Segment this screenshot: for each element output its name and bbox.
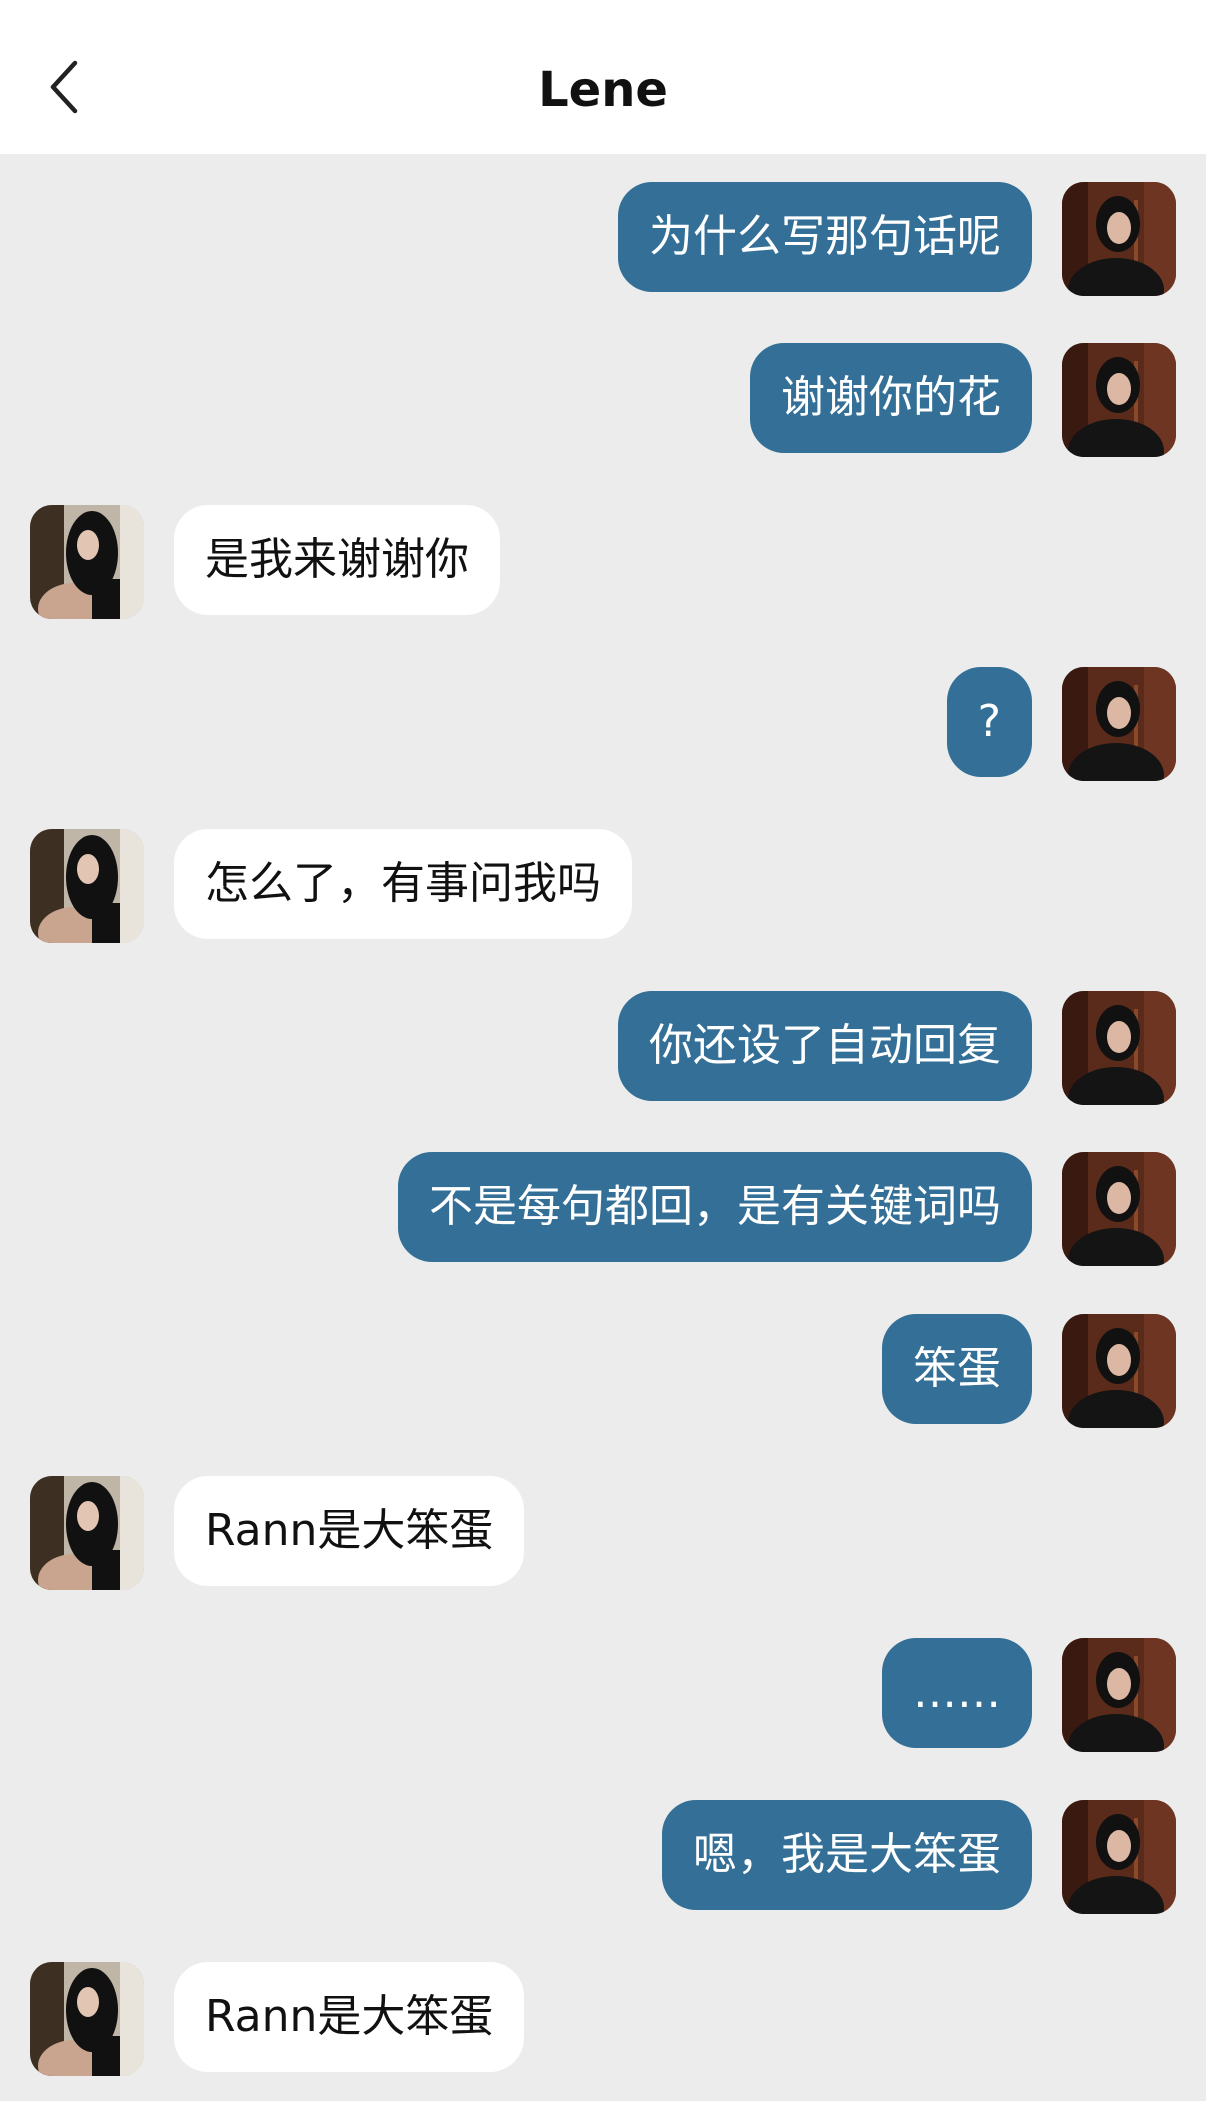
- message-bubble-outgoing[interactable]: ?: [946, 667, 1032, 777]
- message-bubble-incoming[interactable]: Rann是大笨蛋: [174, 1476, 525, 1586]
- my-avatar[interactable]: [1062, 182, 1176, 296]
- message-bubble-incoming[interactable]: 是我来谢谢你: [174, 505, 500, 615]
- my-avatar[interactable]: [1062, 1152, 1176, 1266]
- message-row: 不是每句都回，是有关键词吗: [0, 1152, 1206, 1266]
- contact-avatar[interactable]: [30, 505, 144, 619]
- message-row: 嗯，我是大笨蛋: [0, 1800, 1206, 1914]
- my-avatar[interactable]: [1062, 1638, 1176, 1752]
- message-bubble-outgoing[interactable]: 你还设了自动回复: [618, 991, 1032, 1101]
- message-row: 怎么了，有事问我吗: [0, 829, 1206, 943]
- message-bubble-incoming[interactable]: Rann是大笨蛋: [174, 1962, 525, 2072]
- message-bubble-outgoing[interactable]: 笨蛋: [882, 1314, 1032, 1424]
- message-list[interactable]: 为什么写那句话呢 谢谢你的花 是我来谢谢你 ? 怎么了，有事问我吗 你还设了自动…: [0, 154, 1206, 2101]
- message-bubble-outgoing[interactable]: ……: [882, 1638, 1032, 1748]
- message-row: Rann是大笨蛋: [0, 1476, 1206, 1590]
- message-row: ?: [0, 667, 1206, 781]
- message-bubble-outgoing[interactable]: 嗯，我是大笨蛋: [662, 1800, 1032, 1910]
- message-row: 你还设了自动回复: [0, 991, 1206, 1105]
- message-bubble-outgoing[interactable]: 为什么写那句话呢: [618, 182, 1032, 292]
- message-row: 谢谢你的花: [0, 343, 1206, 457]
- my-avatar[interactable]: [1062, 991, 1176, 1105]
- my-avatar[interactable]: [1062, 1800, 1176, 1914]
- chat-title: Lene: [538, 62, 668, 118]
- message-bubble-outgoing[interactable]: 不是每句都回，是有关键词吗: [398, 1152, 1032, 1262]
- message-row: 笨蛋: [0, 1314, 1206, 1428]
- message-row: 为什么写那句话呢: [0, 182, 1206, 296]
- message-row: 是我来谢谢你: [0, 505, 1206, 619]
- message-bubble-outgoing[interactable]: 谢谢你的花: [750, 343, 1032, 453]
- message-row: ……: [0, 1638, 1206, 1752]
- contact-avatar[interactable]: [30, 1962, 144, 2076]
- contact-avatar[interactable]: [30, 1476, 144, 1590]
- my-avatar[interactable]: [1062, 667, 1176, 781]
- message-row: Rann是大笨蛋: [0, 1962, 1206, 2076]
- message-bubble-incoming[interactable]: 怎么了，有事问我吗: [174, 829, 632, 939]
- my-avatar[interactable]: [1062, 1314, 1176, 1428]
- chat-header: Lene: [0, 0, 1206, 154]
- my-avatar[interactable]: [1062, 343, 1176, 457]
- contact-avatar[interactable]: [30, 829, 144, 943]
